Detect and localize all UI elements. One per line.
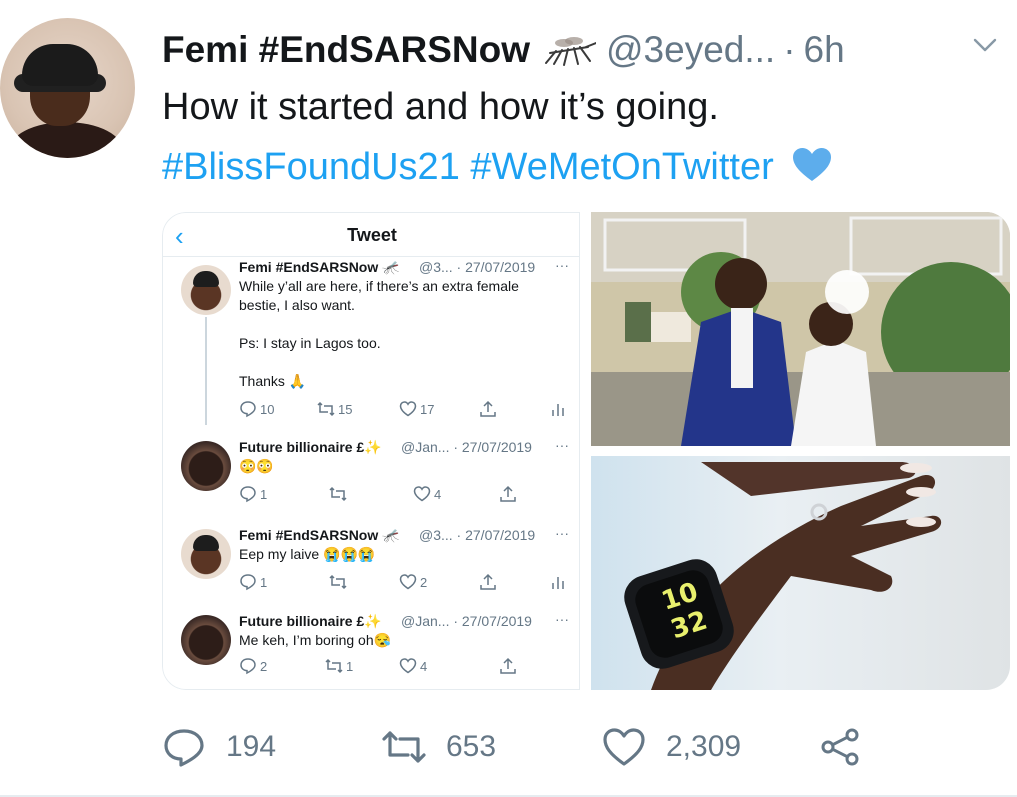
author-handle[interactable]: @3eyed... <box>606 29 775 71</box>
like-button[interactable]: 2,309 <box>602 722 741 772</box>
retweet-icon <box>329 573 347 591</box>
embedded-screenshot[interactable]: ‹ Tweet Femi #EndSARSNow 🦟 @3... · 27/07… <box>162 212 580 690</box>
display-name[interactable]: Femi #EndSARSNow <box>162 29 530 71</box>
list-item: Femi #EndSARSNow 🦟 @3... · 27/07/2019 ··… <box>163 525 579 603</box>
like-count: 4 <box>420 658 428 674</box>
like-count: 2 <box>420 574 428 590</box>
share-icon <box>479 400 497 418</box>
reply-text: While y’all are here, if there’s an extr… <box>239 278 519 389</box>
more-icon: ··· <box>555 437 569 453</box>
tweet-hashtags[interactable]: #BlissFoundUs21 #WeMetOnTwitter <box>162 146 832 189</box>
reply-text: Me keh, I’m boring oh😪 <box>239 632 392 648</box>
like-icon: 4 <box>399 657 427 675</box>
tweet-header: Femi #EndSARSNow @3eyed... · 6h <box>162 26 845 74</box>
more-icon: ··· <box>555 257 569 273</box>
couple-photo[interactable] <box>591 212 1010 446</box>
more-icon: ··· <box>555 611 569 627</box>
avatar-beanie <box>22 44 98 86</box>
embedded-title: Tweet <box>347 225 397 245</box>
avatar <box>181 615 231 665</box>
like-count: 17 <box>420 401 435 417</box>
share-icon <box>821 728 859 766</box>
reply-count: 1 <box>260 486 268 502</box>
analytics-icon <box>549 400 567 418</box>
like-count: 2,309 <box>666 730 742 763</box>
like-icon <box>603 728 645 766</box>
hashtag-links[interactable]: #BlissFoundUs21 #WeMetOnTwitter <box>162 146 774 188</box>
reply-button[interactable]: 194 <box>162 722 276 772</box>
reply-text: 😳😳 <box>239 458 274 474</box>
reply-text: Eep my laive 😭😭😭 <box>239 546 376 562</box>
reply-icon <box>164 729 204 767</box>
list-item: Future billionaire £✨ @Jan... · 27/07/20… <box>163 611 579 689</box>
reply-count: 10 <box>260 401 275 417</box>
mosquito-icon <box>545 37 596 66</box>
retweet-button[interactable]: 653 <box>382 722 496 772</box>
like-icon: 4 <box>413 485 441 503</box>
like-icon: 17 <box>399 400 434 418</box>
retweet-icon: 15 <box>317 400 352 418</box>
hands-watch-illustration: 10 32 <box>624 462 942 690</box>
reply-name: Femi #EndSARSNow 🦟 <box>239 259 400 275</box>
share-icon <box>499 485 517 503</box>
list-item: Future billionaire £✨ @Jan... · 27/07/20… <box>163 437 579 515</box>
retweet-icon <box>329 485 347 503</box>
separator-dot: · <box>783 29 796 70</box>
list-item: Femi #EndSARSNow 🦟 @3... · 27/07/2019 ··… <box>163 257 579 425</box>
reply-icon: 2 <box>239 657 267 675</box>
retweet-count: 15 <box>338 401 353 417</box>
hands-watch-photo[interactable]: 10 32 <box>591 456 1010 690</box>
reply-count: 1 <box>260 574 268 590</box>
reply-name: Femi #EndSARSNow 🦟 <box>239 527 400 543</box>
reply-actions: 1 2 <box>239 573 569 593</box>
reply-actions: 10 15 17 <box>239 400 569 420</box>
couple-photo-illustration <box>591 212 1010 446</box>
avatar <box>181 529 231 579</box>
reply-icon: 1 <box>239 485 267 503</box>
reply-name: Future billionaire £✨ <box>239 439 382 455</box>
retweet-count: 653 <box>446 730 497 763</box>
avatar <box>181 441 231 491</box>
tweet-text: How it started and how it’s going. <box>162 86 719 128</box>
reply-count: 194 <box>226 730 277 763</box>
reply-meta: @3... · 27/07/2019 <box>419 527 536 543</box>
reply-icon: 10 <box>239 400 274 418</box>
tweet-actions: 194 653 2,309 <box>162 722 1010 772</box>
blue-heart-icon <box>793 148 832 181</box>
tweet-time[interactable]: 6h <box>804 29 845 71</box>
reply-meta: @Jan... · 27/07/2019 <box>401 439 532 455</box>
reply-meta: @3... · 27/07/2019 <box>419 259 536 275</box>
share-button[interactable] <box>818 722 862 772</box>
retweet-icon: 1 <box>325 657 353 675</box>
avatar <box>181 265 231 315</box>
analytics-icon <box>549 573 567 591</box>
media-grid: ‹ Tweet Femi #EndSARSNow 🦟 @3... · 27/07… <box>162 212 1010 690</box>
thread-line <box>205 317 207 425</box>
reply-actions: 2 1 4 <box>239 657 569 677</box>
more-icon: ··· <box>555 525 569 541</box>
share-icon <box>499 657 517 675</box>
embedded-header: ‹ Tweet <box>163 213 579 257</box>
reply-name: Future billionaire £✨ <box>239 613 382 629</box>
avatar-shirt <box>8 122 124 158</box>
chevron-down-icon[interactable] <box>972 36 998 54</box>
retweet-count: 1 <box>346 658 354 674</box>
like-count: 4 <box>434 486 442 502</box>
reply-count: 2 <box>260 658 268 674</box>
reply-meta: @Jan... · 27/07/2019 <box>401 613 532 629</box>
author-avatar[interactable] <box>0 18 135 158</box>
reply-actions: 1 4 <box>239 485 569 505</box>
like-icon: 2 <box>399 573 427 591</box>
reply-icon: 1 <box>239 573 267 591</box>
share-icon <box>479 573 497 591</box>
retweet-icon <box>382 731 426 763</box>
